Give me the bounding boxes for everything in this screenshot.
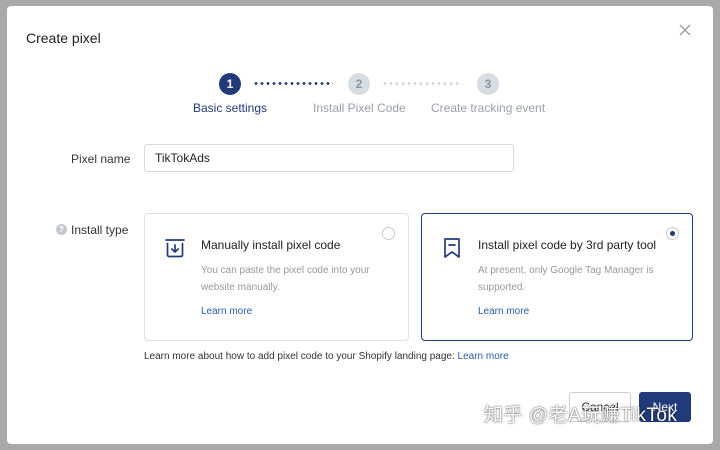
step-connector-1 <box>253 82 333 85</box>
download-icon <box>163 236 187 260</box>
step-3-circle: 3 <box>477 73 499 95</box>
watermark: 知乎 @老A玩赚TikTok <box>484 405 678 426</box>
option-title: Install pixel code by 3rd party tool <box>478 238 657 252</box>
footnote-text: Learn more about how to add pixel code t… <box>144 351 458 362</box>
help-icon[interactable]: ? <box>56 224 67 235</box>
create-pixel-dialog: Create pixel 1 2 3 Basic settings Instal… <box>7 6 713 444</box>
step-2-circle: 2 <box>348 73 370 95</box>
pixel-name-input[interactable] <box>144 144 514 172</box>
step-1-label: Basic settings <box>193 101 268 115</box>
footnote: Learn more about how to add pixel code t… <box>144 351 509 362</box>
learn-more-link[interactable]: Learn more <box>201 306 252 317</box>
option-manual-install[interactable]: Manually install pixel code You can past… <box>144 213 409 341</box>
step-1-circle: 1 <box>219 73 241 95</box>
close-icon[interactable] <box>677 22 693 38</box>
option-third-party-install[interactable]: Install pixel code by 3rd party tool At … <box>421 213 693 341</box>
step-connector-2 <box>382 82 462 85</box>
learn-more-link[interactable]: Learn more <box>478 306 529 317</box>
option-radio[interactable] <box>382 227 395 240</box>
step-3-label: Create tracking event <box>431 101 546 115</box>
bookmark-icon <box>440 236 464 260</box>
pixel-name-label: Pixel name <box>71 152 131 166</box>
option-description: At present, only Google Tag Manager is s… <box>478 265 654 293</box>
option-radio-selected[interactable] <box>666 227 679 240</box>
option-description: You can paste the pixel code into your w… <box>201 265 370 293</box>
step-2-label: Install Pixel Code <box>313 101 406 115</box>
dialog-title: Create pixel <box>26 30 101 46</box>
option-title: Manually install pixel code <box>201 238 341 252</box>
install-type-label: Install type <box>71 223 129 237</box>
footnote-learn-more-link[interactable]: Learn more <box>458 351 509 362</box>
